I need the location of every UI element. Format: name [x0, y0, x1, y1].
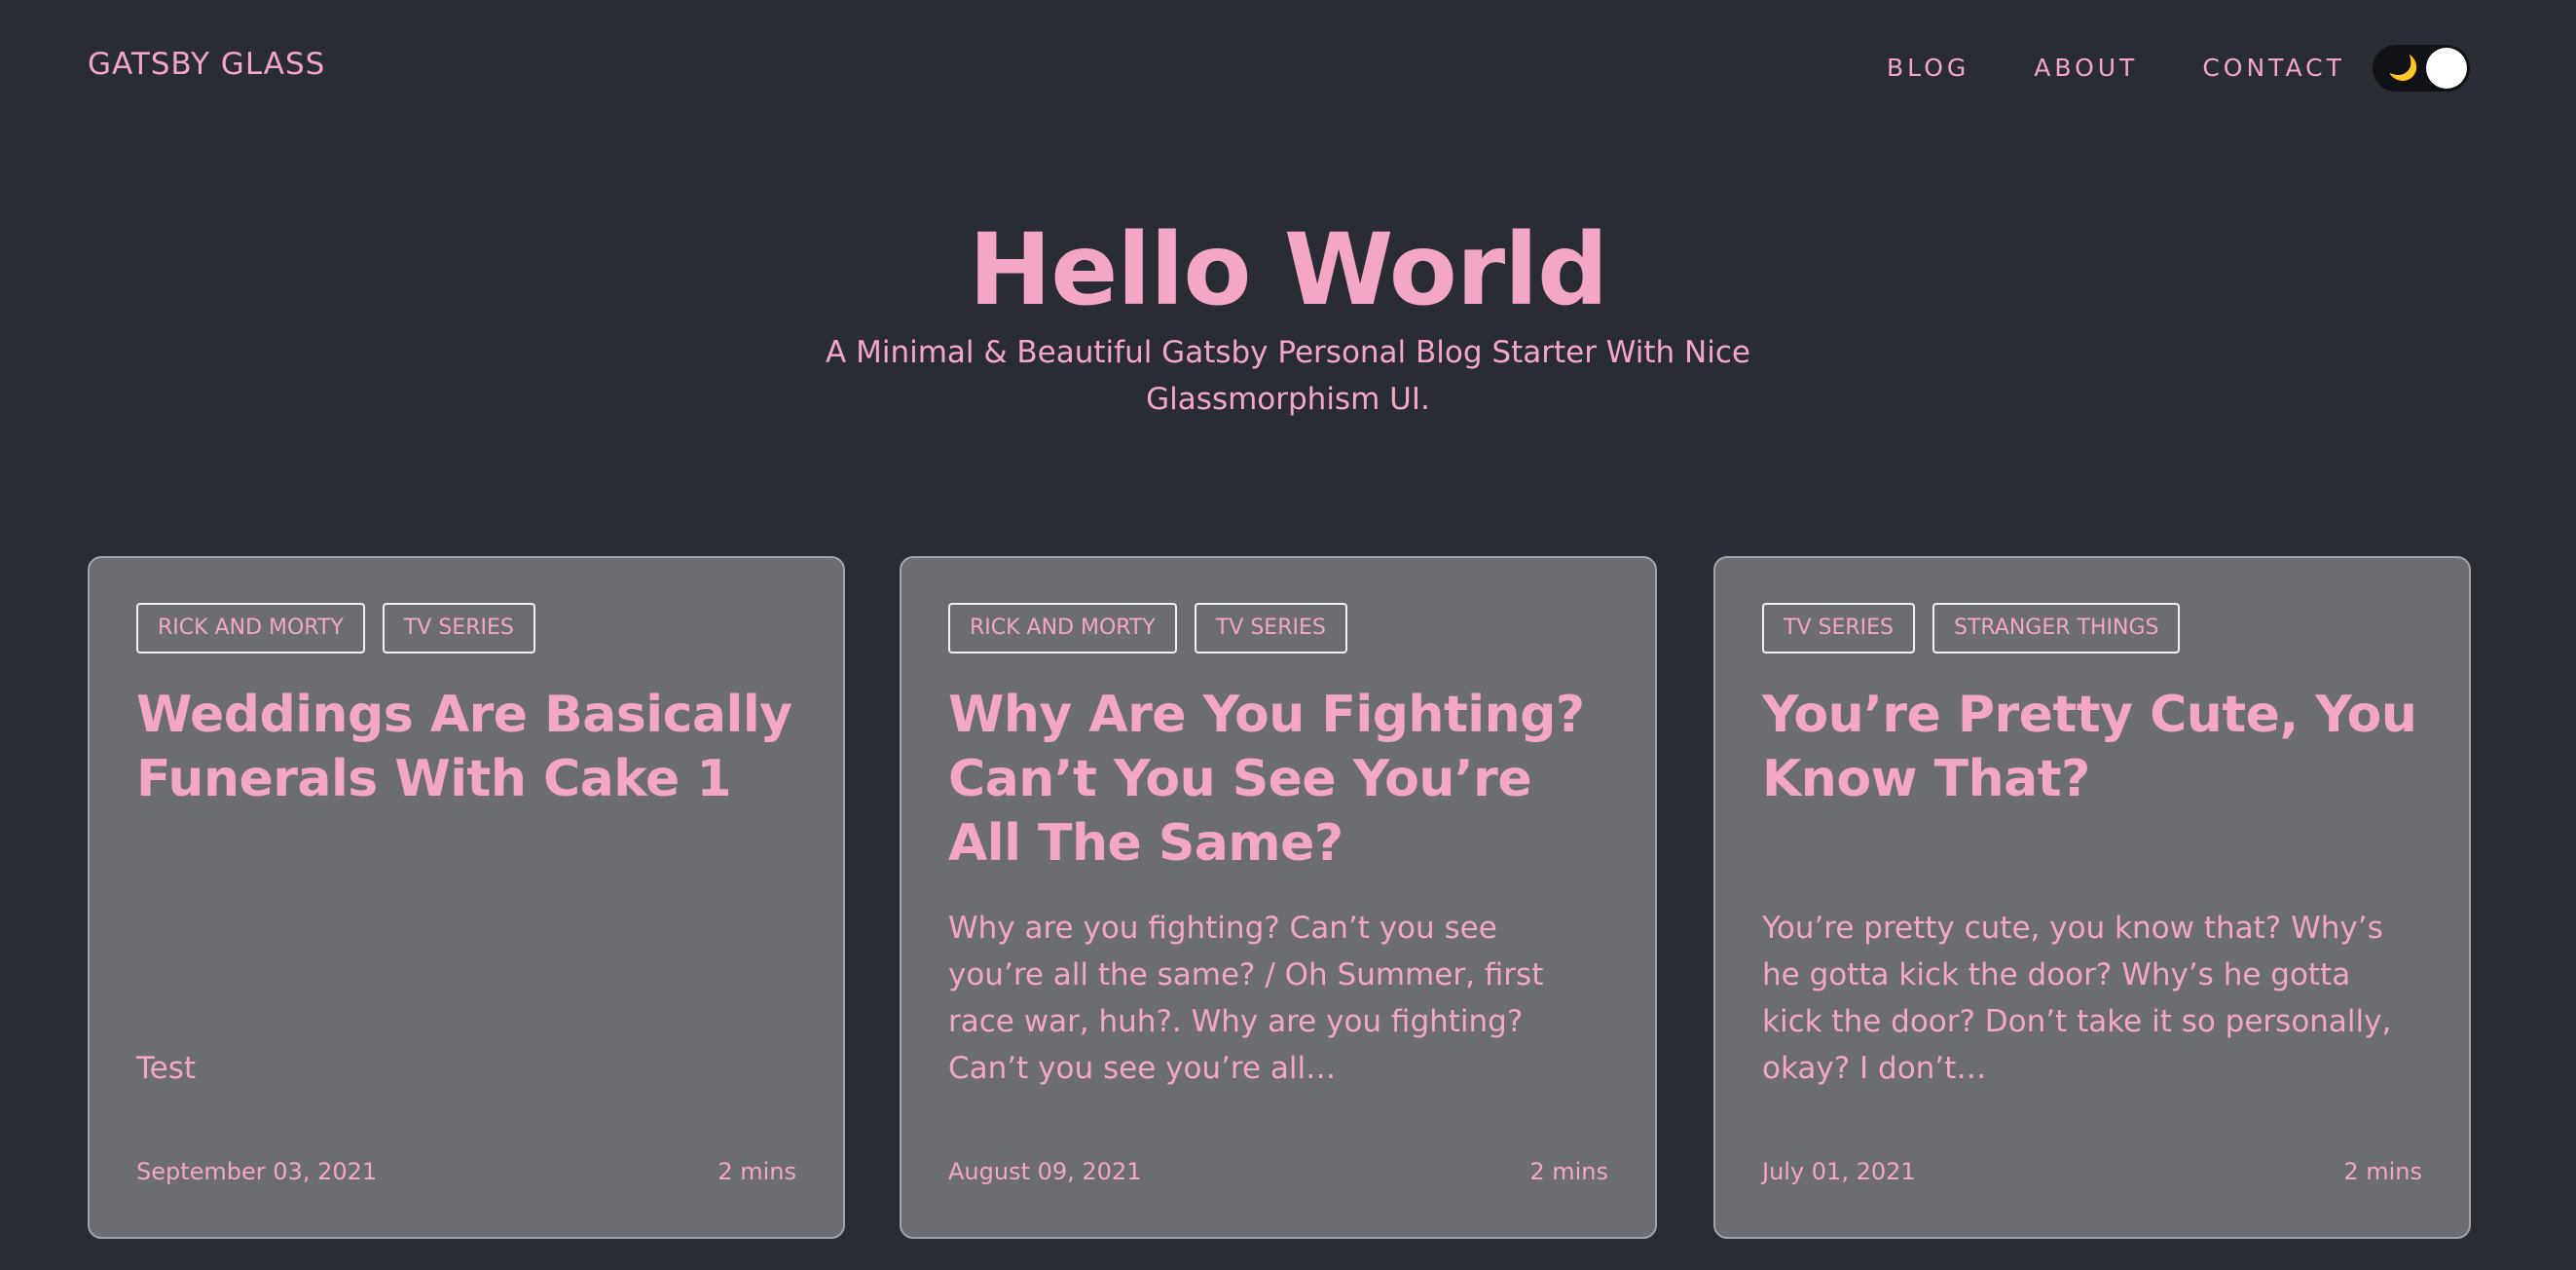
moon-icon: 🌙 — [2388, 54, 2419, 82]
post-read-time: 2 mins — [718, 1158, 796, 1185]
post-title[interactable]: Weddings Are Basically Funerals With Cak… — [136, 683, 808, 811]
tag-chip[interactable]: RICK AND MORTY — [948, 603, 1177, 654]
nav-contact[interactable]: CONTACT — [2202, 54, 2345, 82]
post-tags: RICK AND MORTY TV SERIES — [136, 603, 553, 654]
post-read-time: 2 mins — [2343, 1158, 2422, 1185]
tag-chip[interactable]: TV SERIES — [1194, 603, 1347, 654]
post-date: July 01, 2021 — [1762, 1158, 1916, 1185]
post-tags: RICK AND MORTY TV SERIES — [948, 603, 1365, 654]
post-tags: TV SERIES STRANGER THINGS — [1762, 603, 2197, 654]
nav-blog[interactable]: BLOG — [1887, 54, 1969, 82]
post-date: September 03, 2021 — [136, 1158, 378, 1185]
tag-chip[interactable]: TV SERIES — [1762, 603, 1915, 654]
hero-title: Hello World — [968, 212, 1608, 328]
post-title[interactable]: Why Are You Fighting? Can’t You See You’… — [948, 683, 1620, 876]
post-read-time: 2 mins — [1529, 1158, 1608, 1185]
post-card[interactable]: RICK AND MORTY TV SERIES Weddings Are Ba… — [88, 556, 845, 1239]
tag-chip[interactable]: STRANGER THINGS — [1932, 603, 2181, 654]
post-excerpt: Test — [136, 1051, 197, 1086]
toggle-knob — [2426, 48, 2467, 89]
hero: Hello World A Minimal & Beautiful Gatsby… — [0, 212, 2576, 423]
tag-chip[interactable]: RICK AND MORTY — [136, 603, 365, 654]
site-logo[interactable]: GATSBY GLASS — [88, 47, 325, 82]
nav-about[interactable]: ABOUT — [2034, 54, 2138, 82]
site-header: GATSBY GLASS BLOG ABOUT CONTACT 🌙 — [0, 0, 2576, 136]
post-excerpt: You’re pretty cute, you know that? Why’s… — [1762, 911, 2392, 1086]
main-nav: BLOG ABOUT CONTACT — [1887, 54, 2345, 82]
theme-toggle[interactable]: 🌙 — [2373, 45, 2470, 92]
post-excerpt: Why are you fighting? Can’t you see you’… — [948, 911, 1544, 1086]
post-title[interactable]: You’re Pretty Cute, You Know That? — [1762, 683, 2434, 811]
hero-subtitle: A Minimal & Beautiful Gatsby Personal Bl… — [826, 335, 1750, 417]
post-card[interactable]: RICK AND MORTY TV SERIES Why Are You Fig… — [900, 556, 1657, 1239]
post-card[interactable]: TV SERIES STRANGER THINGS You’re Pretty … — [1713, 556, 2471, 1239]
tag-chip[interactable]: TV SERIES — [382, 603, 535, 654]
post-date: August 09, 2021 — [948, 1158, 1142, 1185]
